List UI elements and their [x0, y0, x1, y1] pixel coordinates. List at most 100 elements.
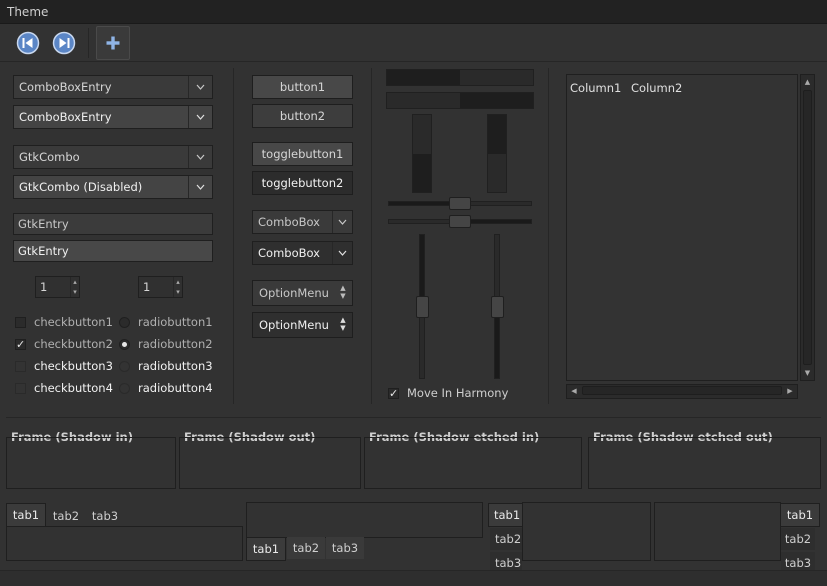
optionmenu-text: OptionMenu — [259, 286, 329, 300]
move-in-harmony-check[interactable]: ✓ Move In Harmony — [388, 386, 508, 400]
spin-button-2[interactable]: 1 ▴ ▾ — [138, 276, 183, 298]
tab-label: tab1 — [252, 542, 280, 556]
button-2[interactable]: button2 — [252, 104, 353, 128]
combo-arrow[interactable] — [188, 176, 212, 198]
frame-shadow-etched-out — [588, 437, 821, 489]
spin-button-1[interactable]: 1 ▴ ▾ — [35, 276, 80, 298]
radiobutton-3[interactable]: radiobutton3 — [119, 359, 213, 373]
checkbutton-4[interactable]: checkbutton4 — [15, 381, 113, 395]
gtk-entry-2[interactable]: GtkEntry — [13, 240, 213, 262]
combo-arrow[interactable] — [332, 211, 352, 233]
spin-arrows[interactable]: ▴ ▾ — [173, 277, 182, 297]
chevron-down-icon — [196, 84, 205, 90]
togglebutton-1[interactable]: togglebutton1 — [252, 142, 353, 166]
gtk-combo[interactable]: GtkCombo — [13, 145, 213, 169]
go-first-button[interactable] — [14, 29, 42, 57]
notebook-bottom-tab-1[interactable]: tab1 — [246, 537, 286, 561]
column-header-1[interactable]: Column1 — [567, 75, 627, 101]
checkbox-icon — [15, 382, 26, 394]
notebook-top-tab-1[interactable]: tab1 — [6, 503, 46, 527]
go-last-button[interactable] — [50, 29, 78, 57]
hscale-2[interactable] — [388, 215, 532, 228]
checkbutton-2[interactable]: ✓ checkbutton2 — [15, 337, 113, 351]
tab-label: tab2 — [495, 532, 522, 546]
combo-arrow[interactable] — [188, 106, 212, 128]
radiobutton-1[interactable]: radiobutton1 — [119, 315, 213, 329]
spin-value: 1 — [143, 280, 151, 294]
checkbox-icon — [15, 360, 26, 372]
notebook-left-tab-1[interactable]: tab1 — [488, 503, 523, 527]
notebook-right-tab-2[interactable]: tab2 — [781, 528, 815, 550]
tree-view[interactable]: Column1 Column2 — [566, 74, 798, 381]
checkbutton-3[interactable]: checkbutton3 — [15, 359, 113, 373]
scrollbar-thumb[interactable] — [803, 90, 812, 365]
progress-bar-vertical-2 — [487, 114, 507, 193]
scale-handle[interactable] — [491, 295, 504, 318]
notebook-left-tab-2[interactable]: tab2 — [490, 528, 522, 550]
column-separator — [548, 68, 549, 404]
scale-handle[interactable] — [449, 215, 471, 228]
combo-arrow[interactable] — [332, 242, 352, 264]
vertical-scrollbar[interactable]: ▲ ▼ — [800, 74, 815, 381]
spin-arrows[interactable]: ▴ ▾ — [70, 277, 79, 297]
up-down-icon: ▲ ▼ — [340, 316, 346, 332]
combobox-text: ComboBox — [258, 215, 320, 229]
notebook-bottom-tab-3[interactable]: tab3 — [326, 537, 364, 559]
radio-icon — [119, 360, 130, 372]
notebook-right-page — [654, 502, 781, 561]
move-in-harmony-label: Move In Harmony — [407, 386, 509, 400]
add-button[interactable] — [96, 26, 130, 60]
gtk-combo-disabled[interactable]: GtkCombo (Disabled) — [13, 175, 213, 199]
checkbutton-1[interactable]: checkbutton1 — [15, 315, 113, 329]
radiobutton-label: radiobutton2 — [138, 337, 213, 351]
combo-arrow[interactable] — [188, 146, 212, 168]
scrollbar-thumb[interactable] — [582, 386, 782, 395]
toolbar — [0, 24, 827, 62]
checkbutton-label: checkbutton2 — [34, 337, 113, 351]
column-separator — [233, 68, 234, 404]
combobox-1[interactable]: ComboBox — [252, 210, 353, 234]
frame-shadow-in — [6, 437, 176, 489]
scroll-right-arrow[interactable]: ▶ — [783, 385, 797, 398]
vscale-2[interactable] — [491, 234, 504, 379]
optionmenu-1[interactable]: OptionMenu ▲ ▼ — [252, 280, 353, 306]
radio-icon — [119, 316, 130, 328]
optionmenu-2[interactable]: OptionMenu ▲ ▼ — [252, 312, 353, 338]
progress-bar-horizontal-1 — [386, 69, 534, 86]
combo-box-entry-text: ComboBoxEntry — [19, 80, 112, 94]
combo-box-entry-2[interactable]: ComboBoxEntry — [13, 105, 213, 129]
button-label: button1 — [279, 80, 326, 94]
column-separator — [371, 68, 372, 404]
hscale-1[interactable] — [388, 197, 532, 210]
button-1[interactable]: button1 — [252, 75, 353, 99]
horizontal-scrollbar[interactable]: ◀ ▶ — [566, 384, 798, 399]
column-header-2[interactable]: Column2 — [628, 75, 708, 101]
status-bar — [0, 570, 827, 586]
scale-handle[interactable] — [449, 197, 471, 210]
notebook-top-tab-3[interactable]: tab3 — [86, 505, 124, 527]
gtk-entry-text: GtkEntry — [18, 217, 69, 231]
gtk-combo-text: GtkCombo — [19, 150, 80, 164]
radiobutton-4[interactable]: radiobutton4 — [119, 381, 213, 395]
radiobutton-2[interactable]: radiobutton2 — [119, 337, 213, 351]
combo-box-entry-text: ComboBoxEntry — [19, 110, 112, 124]
combobox-2[interactable]: ComboBox — [252, 241, 353, 265]
togglebutton-2[interactable]: togglebutton2 — [252, 171, 353, 195]
tab-label: tab1 — [12, 508, 40, 522]
add-icon — [106, 36, 120, 50]
go-first-icon — [16, 31, 40, 55]
progress-fill — [460, 93, 533, 108]
scroll-left-arrow[interactable]: ◀ — [567, 385, 581, 398]
notebook-top-tab-2[interactable]: tab2 — [47, 505, 85, 527]
notebook-bottom-tab-2[interactable]: tab2 — [287, 537, 325, 559]
spin-value: 1 — [40, 280, 48, 294]
chevron-down-icon — [196, 114, 205, 120]
combo-arrow[interactable] — [188, 76, 212, 98]
scale-handle[interactable] — [416, 295, 429, 318]
vscale-1[interactable] — [416, 234, 429, 379]
gtk-entry-1[interactable]: GtkEntry — [13, 213, 213, 235]
scroll-down-arrow[interactable]: ▼ — [801, 366, 814, 380]
combo-box-entry-1[interactable]: ComboBoxEntry — [13, 75, 213, 99]
scroll-up-arrow[interactable]: ▲ — [801, 75, 814, 89]
notebook-right-tab-1[interactable]: tab1 — [780, 503, 820, 527]
